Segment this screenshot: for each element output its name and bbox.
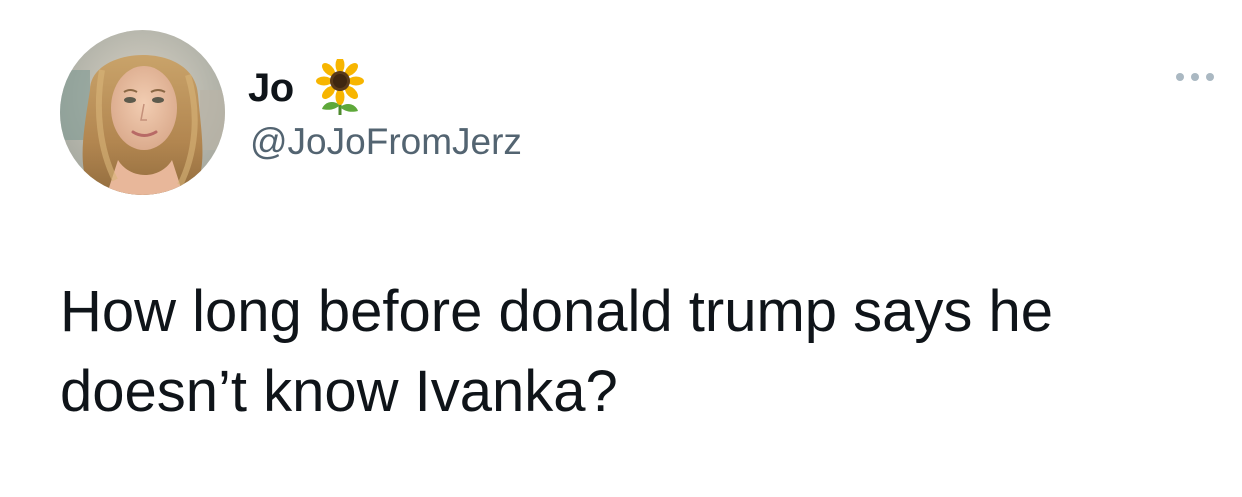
author-display-name[interactable]: Jo xyxy=(248,68,294,108)
avatar[interactable] xyxy=(60,30,225,195)
author-name-row: Jo xyxy=(248,57,366,118)
more-options-button[interactable] xyxy=(1168,62,1222,92)
tweet-card: Jo @JoJoFromJerz How long before donald … xyxy=(0,0,1242,497)
author-handle[interactable]: @JoJoFromJerz xyxy=(250,123,522,160)
sunflower-icon xyxy=(314,57,366,117)
tweet-text: How long before donald trump says he doe… xyxy=(60,279,1070,424)
more-icon xyxy=(1176,73,1214,81)
avatar-photo xyxy=(60,30,225,195)
